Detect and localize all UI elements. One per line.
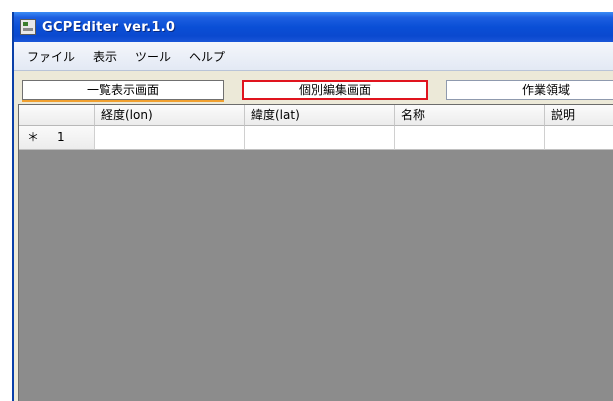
cell-name[interactable] bbox=[395, 126, 545, 150]
column-header-description[interactable]: 説明 bbox=[545, 105, 613, 126]
menu-view[interactable]: 表示 bbox=[86, 45, 124, 68]
grid-header: 経度(lon) 緯度(lat) 名称 説明 bbox=[19, 105, 613, 126]
menu-help[interactable]: ヘルプ bbox=[182, 45, 232, 68]
menu-tools[interactable]: ツール bbox=[128, 45, 178, 68]
cell-lon[interactable] bbox=[95, 126, 245, 150]
cell-description[interactable] bbox=[545, 126, 613, 150]
app-icon bbox=[20, 19, 36, 35]
tab-individual-edit[interactable]: 個別編集画面 bbox=[242, 80, 428, 100]
data-grid[interactable]: 経度(lon) 緯度(lat) 名称 説明 ＊ 1 bbox=[18, 104, 613, 401]
row-number: 1 bbox=[57, 130, 65, 144]
tab-bar: 一覧表示画面 個別編集画面 作業領域 bbox=[14, 80, 613, 102]
cell-lat[interactable] bbox=[245, 126, 395, 150]
column-header-lat[interactable]: 緯度(lat) bbox=[245, 105, 395, 126]
tab-work-area[interactable]: 作業領域 bbox=[446, 80, 613, 100]
app-window: GCPEditer ver.1.0 ファイル 表示 ツール ヘルプ 一覧表示画面… bbox=[12, 12, 613, 401]
title-bar[interactable]: GCPEditer ver.1.0 bbox=[14, 12, 613, 42]
tab-list-view[interactable]: 一覧表示画面 bbox=[22, 80, 224, 100]
window-title: GCPEditer ver.1.0 bbox=[42, 19, 176, 35]
column-header-lon[interactable]: 経度(lon) bbox=[95, 105, 245, 126]
column-header-name[interactable]: 名称 bbox=[395, 105, 545, 126]
menu-bar: ファイル 表示 ツール ヘルプ bbox=[14, 42, 613, 71]
grid-corner-header[interactable] bbox=[19, 105, 95, 126]
table-row: ＊ 1 bbox=[19, 126, 613, 150]
new-row-marker: ＊ bbox=[27, 130, 40, 144]
row-header[interactable]: ＊ 1 bbox=[19, 126, 95, 150]
menu-file[interactable]: ファイル bbox=[20, 45, 82, 68]
